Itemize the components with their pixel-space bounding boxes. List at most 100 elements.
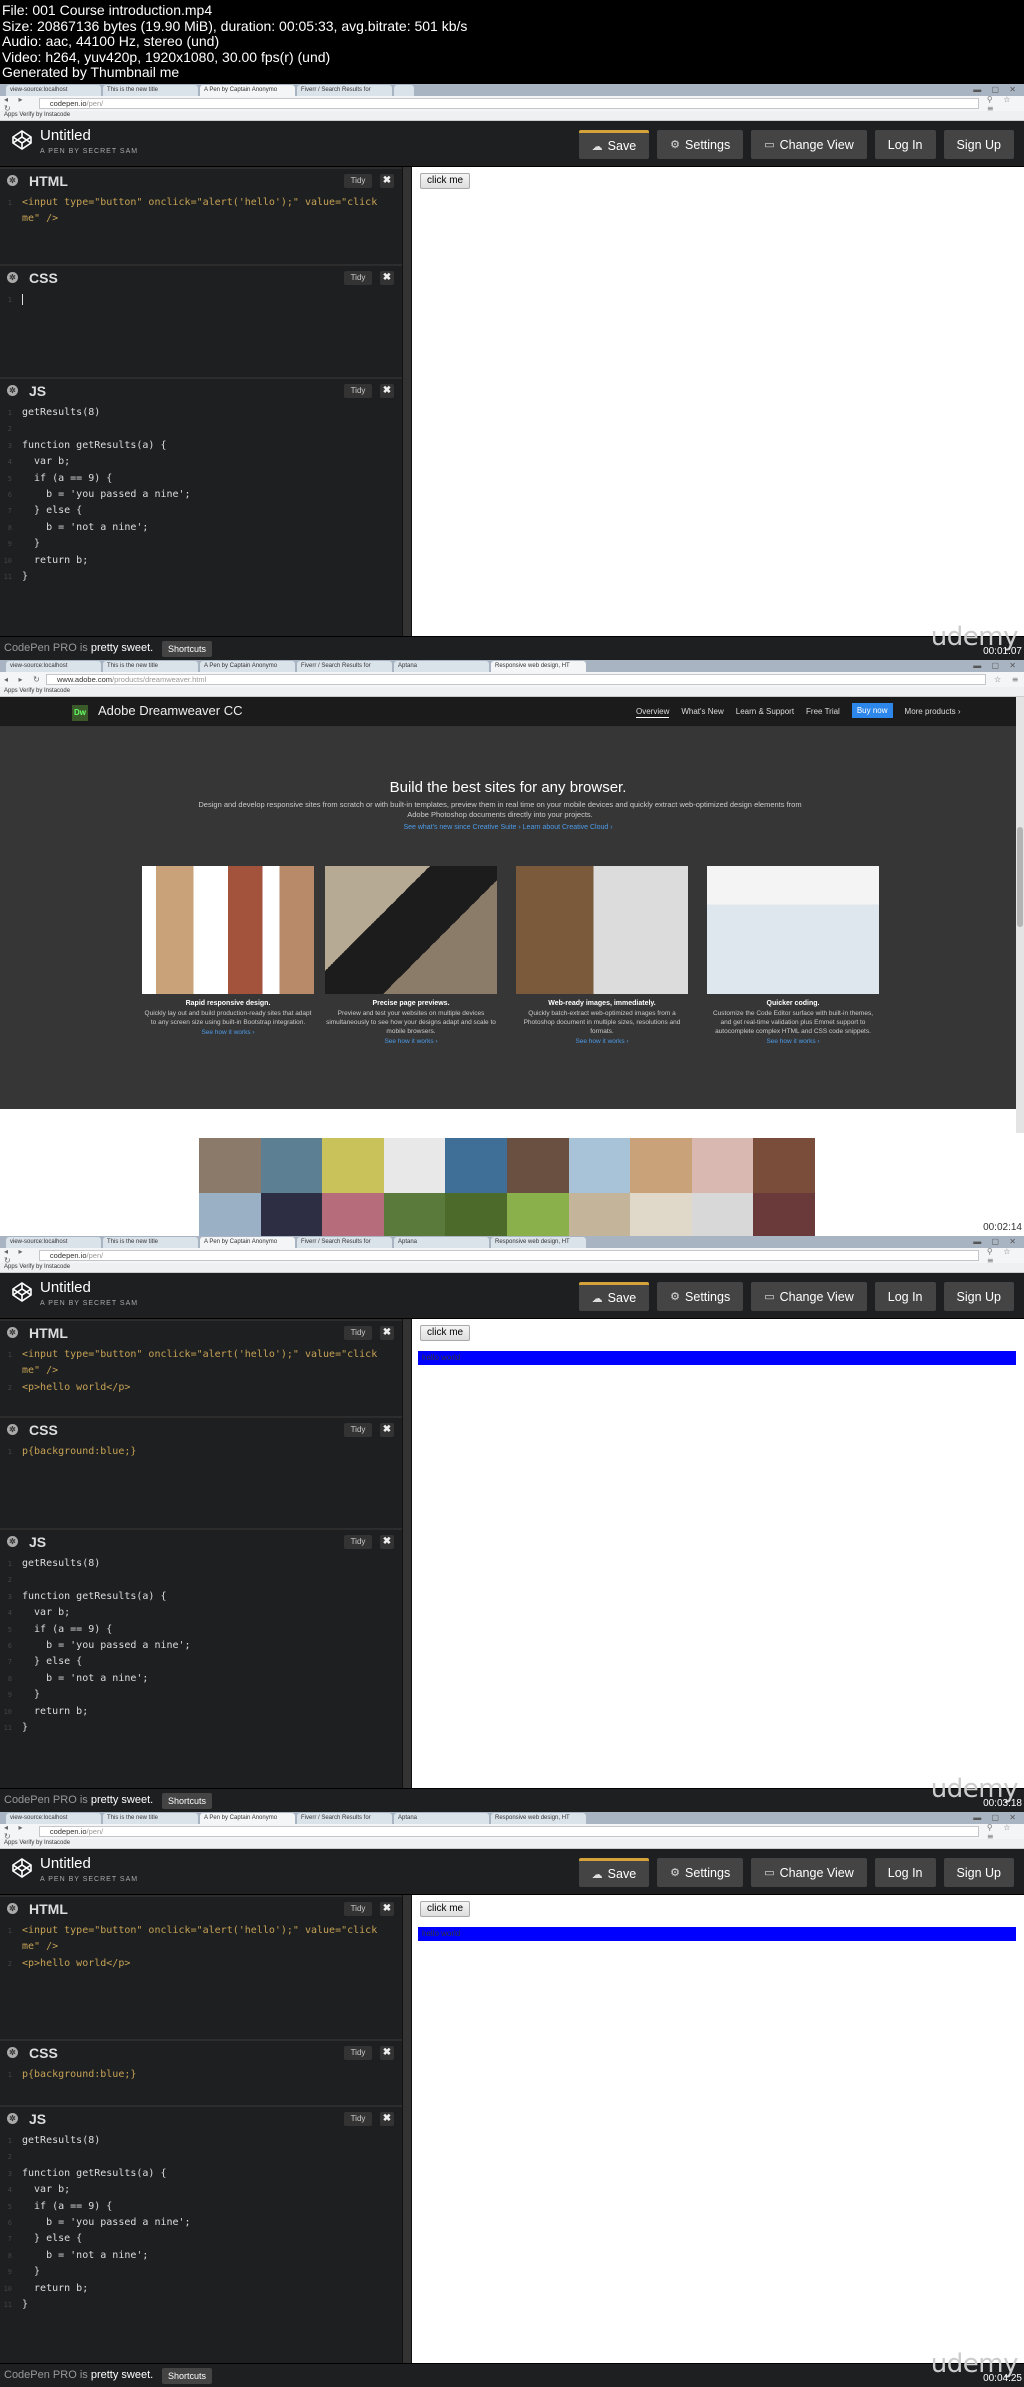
codepen-logo-icon[interactable]	[12, 1858, 32, 1878]
nav-arrows-icon[interactable]: ◂ ▸ ↻	[4, 1247, 39, 1265]
shortcuts-button[interactable]: Shortcuts	[162, 1793, 213, 1809]
html-code[interactable]: 1 <input type="button" onclick="alert('he…	[0, 1921, 402, 1972]
css-code[interactable]: 1	[0, 290, 402, 308]
browser-tab[interactable]: A Pen by Captain Anonymo	[200, 661, 295, 672]
browser-tab[interactable]: Responsive web design, HT	[491, 1237, 586, 1248]
close-icon[interactable]: ✖	[380, 384, 394, 398]
shortcuts-button[interactable]: Shortcuts	[162, 641, 213, 657]
gear-icon[interactable]: ✲	[7, 385, 18, 396]
new-tab-button[interactable]	[394, 85, 414, 96]
click-me-button[interactable]: click me	[420, 1325, 471, 1341]
pen-title[interactable]: Untitled	[40, 127, 91, 144]
tidy-button[interactable]: Tidy	[344, 2046, 372, 2060]
tidy-button[interactable]: Tidy	[344, 1326, 372, 1340]
close-icon[interactable]: ✖	[380, 1902, 394, 1916]
gear-icon[interactable]: ✲	[7, 1424, 18, 1435]
tidy-button[interactable]: Tidy	[344, 1535, 372, 1549]
browser-tab[interactable]: This is the new title	[103, 85, 198, 96]
browser-tab[interactable]: Fiverr / Search Results for	[297, 1813, 392, 1824]
tidy-button[interactable]: Tidy	[344, 2112, 372, 2126]
pen-title[interactable]: Untitled	[40, 1855, 91, 1872]
browser-tab-active[interactable]: A Pen by Captain Anonymo	[200, 85, 295, 96]
save-button[interactable]: ☁ Save	[578, 1858, 650, 1887]
hero-links[interactable]: See what's new since Creative Suite › Le…	[0, 824, 1016, 831]
login-button[interactable]: Log In	[874, 130, 936, 159]
browser-tab[interactable]: view-source:localhost	[6, 661, 101, 672]
tidy-button[interactable]: Tidy	[344, 1902, 372, 1916]
feature-link[interactable]: See how it works ›	[516, 1038, 688, 1045]
save-button[interactable]: ☁ Save	[578, 130, 650, 159]
gear-icon[interactable]: ✲	[7, 2047, 18, 2058]
window-controls[interactable]: ▬ ▢ ✕	[973, 661, 1020, 670]
html-code[interactable]: 1 <input type="button" onclick="alert('he…	[0, 193, 402, 228]
browser-tools-icon[interactable]: ☆ ≡	[994, 675, 1022, 684]
login-button[interactable]: Log In	[874, 1282, 936, 1311]
settings-button[interactable]: ⚙ Settings	[657, 1282, 744, 1311]
close-icon[interactable]: ✖	[380, 1423, 394, 1437]
signup-button[interactable]: Sign Up	[943, 1858, 1014, 1887]
nav-overview[interactable]: Overview	[636, 707, 670, 718]
browser-tools-icon[interactable]: ⚲ ☆ ≡	[987, 1247, 1024, 1265]
change-view-button[interactable]: ▭ Change View	[751, 130, 867, 159]
window-controls[interactable]: ▬ ▢ ✕	[973, 1813, 1020, 1822]
buy-now-button[interactable]: Buy now	[851, 703, 893, 718]
nav-learn-support[interactable]: Learn & Support	[736, 707, 794, 718]
nav-arrows-icon[interactable]: ◂ ▸ ↻	[4, 1823, 39, 1841]
settings-button[interactable]: ⚙ Settings	[657, 1858, 744, 1887]
tidy-button[interactable]: Tidy	[344, 174, 372, 188]
close-icon[interactable]: ✖	[380, 2046, 394, 2060]
gear-icon[interactable]: ✲	[7, 1903, 18, 1914]
browser-tab[interactable]: Responsive web design, HT	[491, 1813, 586, 1824]
window-controls[interactable]: ▬ ▢ ✕	[973, 1237, 1020, 1246]
codepen-logo-icon[interactable]	[12, 1282, 32, 1302]
codepen-logo-icon[interactable]	[12, 130, 32, 150]
settings-button[interactable]: ⚙ Settings	[657, 130, 744, 159]
tidy-button[interactable]: Tidy	[344, 1423, 372, 1437]
url-field[interactable]: codepen.io/pen/	[38, 1826, 979, 1837]
browser-tab[interactable]: Fiverr / Search Results for	[297, 1237, 392, 1248]
close-icon[interactable]: ✖	[380, 174, 394, 188]
browser-tab[interactable]: Fiverr / Search Results for	[297, 85, 392, 96]
save-button[interactable]: ☁ Save	[578, 1282, 650, 1311]
html-code[interactable]: 1 <input type="button" onclick="alert('he…	[0, 1345, 402, 1396]
close-icon[interactable]: ✖	[380, 1326, 394, 1340]
url-field[interactable]: codepen.io/pen/	[38, 1250, 979, 1261]
resize-gutter[interactable]	[402, 167, 412, 636]
js-code[interactable]: 1 getResults(8) 2 3 function getResults(a) {…	[0, 2131, 402, 2313]
close-icon[interactable]: ✖	[380, 271, 394, 285]
resize-gutter[interactable]	[402, 1319, 412, 1788]
resize-gutter[interactable]	[402, 1895, 412, 2363]
browser-tools-icon[interactable]: ⚲ ☆ ≡	[987, 95, 1024, 113]
change-view-button[interactable]: ▭ Change View	[751, 1858, 867, 1887]
gear-icon[interactable]: ✲	[7, 2113, 18, 2124]
footer-pro[interactable]: CodePen PRO	[4, 1794, 77, 1806]
js-code[interactable]: 1 getResults(8) 2 3 function getResults(a) {…	[0, 403, 402, 585]
tidy-button[interactable]: Tidy	[344, 271, 372, 285]
nav-arrows-icon[interactable]: ◂ ▸ ↻	[4, 95, 39, 113]
browser-tab[interactable]: This is the new title	[103, 1237, 198, 1248]
close-icon[interactable]: ✖	[380, 2112, 394, 2126]
feature-link[interactable]: See how it works ›	[142, 1029, 314, 1036]
url-field[interactable]: codepen.io/pen/	[38, 98, 979, 109]
browser-tab[interactable]: This is the new title	[103, 1813, 198, 1824]
nav-free-trial[interactable]: Free Trial	[806, 707, 840, 718]
browser-tab[interactable]: Aptana	[394, 1813, 489, 1824]
scrollbar-thumb[interactable]	[1017, 827, 1023, 927]
signup-button[interactable]: Sign Up	[943, 130, 1014, 159]
gear-icon[interactable]: ✲	[7, 1536, 18, 1547]
browser-tab-active[interactable]: A Pen by Captain Anonymo	[200, 1237, 295, 1248]
nav-more-products[interactable]: More products ›	[905, 707, 961, 718]
signup-button[interactable]: Sign Up	[943, 1282, 1014, 1311]
gear-icon[interactable]: ✲	[7, 1327, 18, 1338]
nav-arrows-icon[interactable]: ◂ ▸ ↻	[4, 675, 46, 684]
close-icon[interactable]: ✖	[380, 1535, 394, 1549]
scrollbar[interactable]	[1016, 697, 1024, 1133]
js-code[interactable]: 1 getResults(8) 2 3 function getResults(a) {…	[0, 1554, 402, 1736]
feature-link[interactable]: See how it works ›	[325, 1038, 497, 1045]
css-code[interactable]: 1 p{background:blue;}	[0, 2065, 402, 2083]
browser-tab[interactable]: This is the new title	[103, 661, 198, 672]
css-code[interactable]: 1 p{background:blue;}	[0, 1442, 402, 1460]
nav-whats-new[interactable]: What's New	[681, 707, 723, 718]
click-me-button[interactable]: click me	[420, 1901, 471, 1917]
window-controls[interactable]: ▬ ▢ ✕	[973, 85, 1020, 94]
